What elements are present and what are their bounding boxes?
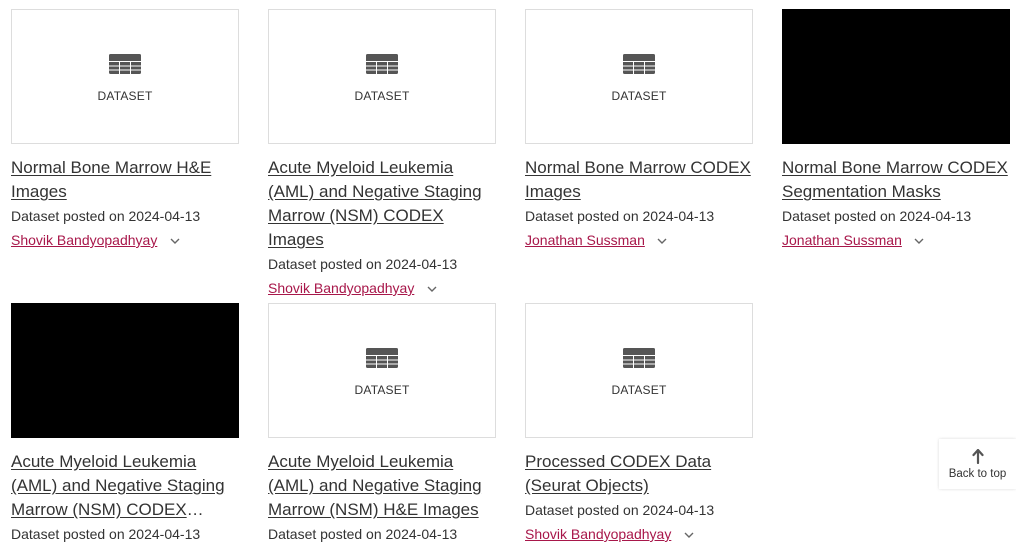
author-row: Shovik Bandyopadhyay — [525, 522, 753, 546]
dataset-type-label: DATASET — [354, 383, 410, 397]
posted-date: Dataset posted on 2024-04-13 — [525, 208, 715, 224]
dataset-card: DATASET Acute Myeloid Leukemia (AML) and… — [268, 303, 496, 546]
dataset-card: Acute Myeloid Leukemia (AML) and Negativ… — [11, 303, 239, 546]
dataset-thumbnail[interactable]: DATASET — [268, 9, 496, 144]
dataset-card: DATASET Acute Myeloid Leukemia (AML) and… — [268, 9, 496, 300]
author-row: Shovik Bandyopadhyay — [11, 228, 239, 252]
table-icon — [366, 54, 398, 74]
posted-date: Dataset posted on 2024-04-13 — [11, 526, 201, 542]
author-row: Jonathan Sussman — [782, 228, 1010, 252]
chevron-down-icon[interactable] — [170, 238, 180, 244]
dataset-type-label: DATASET — [97, 89, 153, 103]
dataset-title-link[interactable]: Acute Myeloid Leukemia (AML) and Negativ… — [268, 156, 496, 252]
author-link[interactable]: Shovik Bandyopadhyay — [525, 522, 671, 546]
author-row: Shovik Bandyopadhyay — [268, 276, 496, 300]
posted-date: Dataset posted on 2024-04-13 — [525, 502, 715, 518]
dataset-card: DATASET Processed CODEX Data (Seurat Obj… — [525, 303, 753, 546]
posted-date: Dataset posted on 2024-04-13 — [268, 526, 458, 542]
dataset-title-link[interactable]: Normal Bone Marrow CODEX Images — [525, 156, 753, 204]
dataset-card: Normal Bone Marrow CODEX Segmentation Ma… — [782, 9, 1010, 252]
table-icon — [109, 54, 141, 74]
dataset-title-link[interactable]: Normal Bone Marrow H&E Images — [11, 156, 239, 204]
dataset-type-label: DATASET — [611, 89, 667, 103]
arrow-up-icon — [971, 448, 984, 464]
posted-date: Dataset posted on 2024-04-13 — [11, 208, 201, 224]
author-link[interactable]: Jonathan Sussman — [782, 228, 902, 252]
dataset-thumbnail[interactable]: DATASET — [11, 9, 239, 144]
dataset-thumbnail[interactable]: DATASET — [268, 303, 496, 438]
table-icon — [623, 348, 655, 368]
back-to-top-label: Back to top — [948, 467, 1007, 480]
dataset-title-link[interactable]: Acute Myeloid Leukemia (AML) and Negativ… — [11, 450, 239, 522]
dataset-thumbnail-image[interactable] — [782, 9, 1010, 144]
table-icon — [366, 348, 398, 368]
posted-date: Dataset posted on 2024-04-13 — [268, 256, 458, 272]
dataset-card: DATASET Normal Bone Marrow CODEX Images … — [525, 9, 753, 252]
author-link[interactable]: Jonathan Sussman — [525, 228, 645, 252]
table-icon — [623, 54, 655, 74]
author-row: Jonathan Sussman — [525, 228, 753, 252]
dataset-type-label: DATASET — [354, 89, 410, 103]
dataset-thumbnail[interactable]: DATASET — [525, 303, 753, 438]
dataset-title-link[interactable]: Processed CODEX Data (Seurat Objects) — [525, 450, 753, 498]
dataset-thumbnail[interactable]: DATASET — [525, 9, 753, 144]
author-link[interactable]: Shovik Bandyopadhyay — [268, 276, 414, 300]
chevron-down-icon[interactable] — [914, 238, 924, 244]
dataset-thumbnail-image[interactable] — [11, 303, 239, 438]
chevron-down-icon[interactable] — [427, 286, 437, 292]
dataset-card: DATASET Normal Bone Marrow H&E Images Da… — [11, 9, 239, 252]
author-link[interactable]: Shovik Bandyopadhyay — [11, 228, 157, 252]
dataset-type-label: DATASET — [611, 383, 667, 397]
dataset-title-link[interactable]: Normal Bone Marrow CODEX Segmentation Ma… — [782, 156, 1010, 204]
back-to-top-button[interactable]: Back to top — [939, 439, 1016, 489]
posted-date: Dataset posted on 2024-04-13 — [782, 208, 972, 224]
chevron-down-icon[interactable] — [657, 238, 667, 244]
dataset-title-link[interactable]: Acute Myeloid Leukemia (AML) and Negativ… — [268, 450, 496, 522]
